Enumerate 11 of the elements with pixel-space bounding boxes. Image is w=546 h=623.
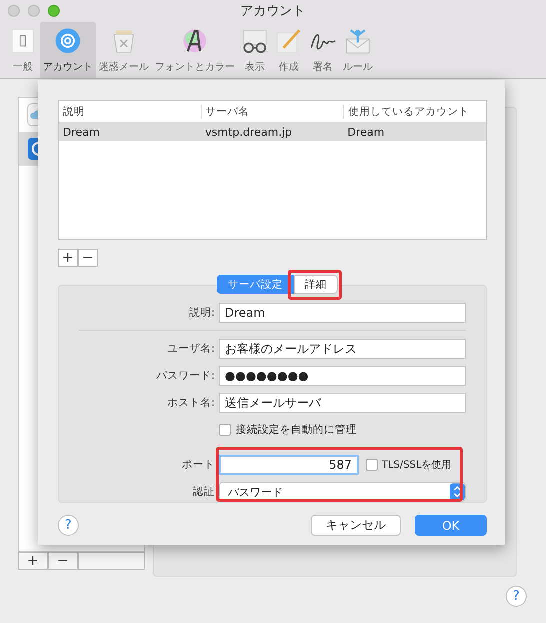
checkbox-label: TLS/SSLを使用 bbox=[382, 459, 452, 472]
field-label: ポート bbox=[181, 458, 215, 472]
field-label: ユーザ名: bbox=[166, 342, 215, 356]
field-label: パスワード: bbox=[155, 369, 215, 383]
field-label: 説明: bbox=[188, 306, 215, 320]
table-cell-text: vsmtp.dream.jp bbox=[204, 126, 294, 138]
table-cell-text: Dream bbox=[62, 126, 101, 138]
table-cell-text: Dream bbox=[346, 126, 386, 138]
field-label: 認証 bbox=[192, 485, 215, 499]
window-title: アカウント bbox=[240, 3, 306, 20]
field-label: ホスト名: bbox=[166, 396, 215, 410]
